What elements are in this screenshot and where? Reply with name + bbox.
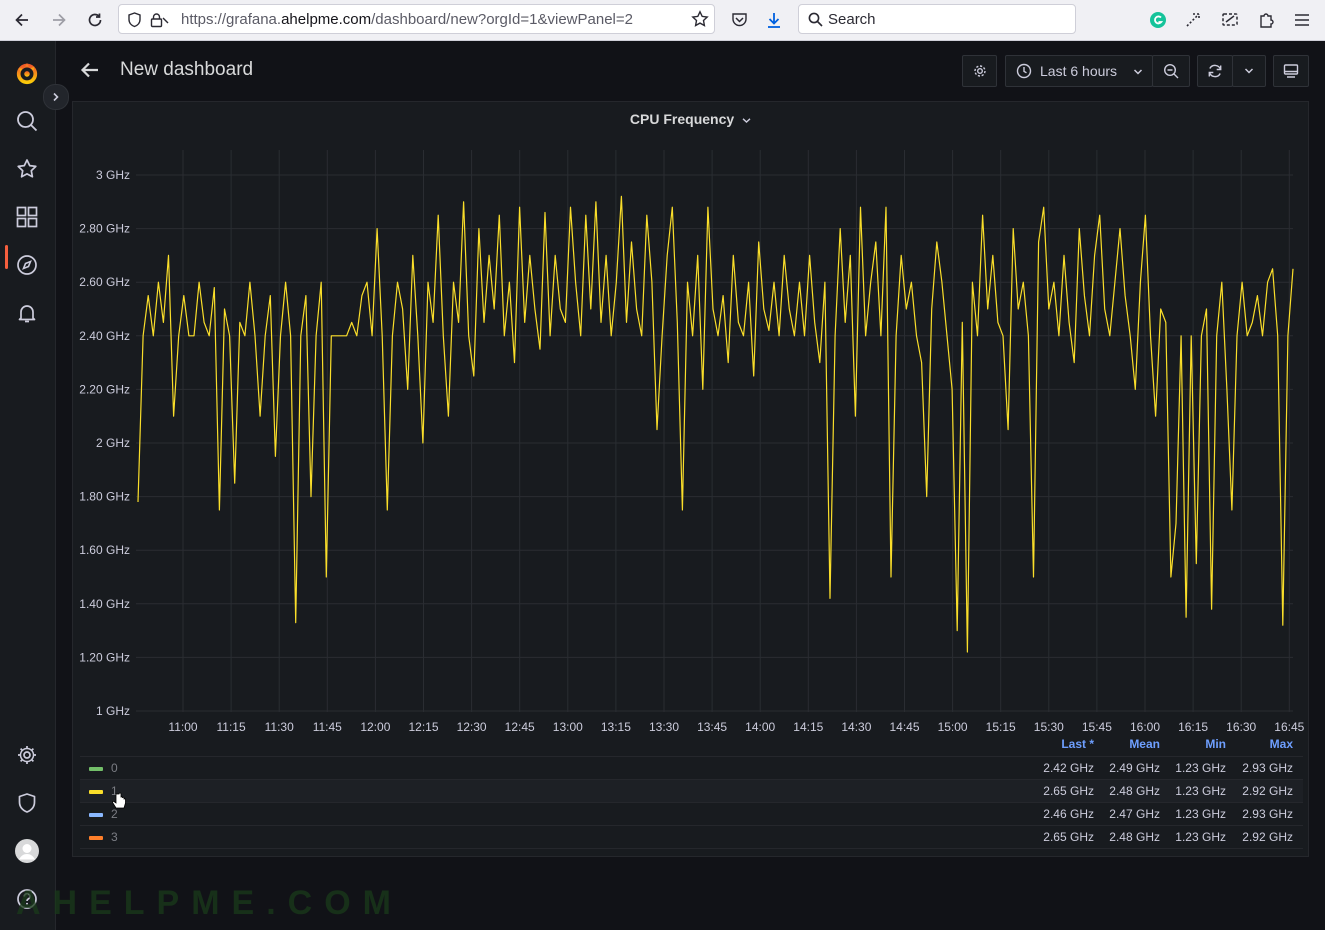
legend-last-value: 2.65 GHz — [1043, 830, 1094, 844]
watermark: AHELPME.COM — [16, 884, 403, 922]
series-line-1[interactable] — [137, 195, 1294, 653]
legend-header-min[interactable]: Min — [1196, 737, 1226, 751]
legend-max-value: 2.93 GHz — [1242, 761, 1293, 775]
expand-sidebar-button[interactable] — [43, 84, 69, 110]
legend-max-value: 2.92 GHz — [1242, 830, 1293, 844]
x-tick-label: 14:30 — [841, 720, 871, 734]
legend-mean-value: 2.48 GHz — [1109, 830, 1160, 844]
x-tick-label: 11:45 — [313, 720, 342, 734]
x-tick-label: 13:00 — [553, 720, 583, 734]
x-tick-label: 11:30 — [265, 720, 294, 734]
series-name[interactable]: 0 — [111, 761, 118, 775]
legend-mean-value: 2.47 GHz — [1109, 807, 1160, 821]
y-tick-label: 1.60 GHz — [79, 543, 130, 557]
y-tick-label: 2.80 GHz — [79, 222, 130, 236]
y-tick-label: 3 GHz — [96, 168, 130, 182]
legend-min-value: 1.23 GHz — [1175, 784, 1226, 798]
series-name[interactable]: 3 — [111, 830, 118, 844]
x-tick-label: 11:00 — [168, 720, 197, 734]
x-tick-label: 11:15 — [217, 720, 246, 734]
x-tick-label: 13:30 — [649, 720, 679, 734]
legend-header-max[interactable]: Max — [1262, 737, 1293, 751]
legend-row[interactable]: 0 2.42 GHz 2.49 GHz 1.23 GHz 2.93 GHz — [80, 756, 1303, 779]
x-tick-label: 16:00 — [1130, 720, 1160, 734]
series-color-swatch[interactable] — [89, 836, 103, 840]
legend-min-value: 1.23 GHz — [1175, 807, 1226, 821]
legend-header-last[interactable]: Last * — [1058, 737, 1094, 751]
x-tick-label: 16:45 — [1274, 720, 1304, 734]
x-tick-label: 12:15 — [408, 720, 438, 734]
series-color-swatch[interactable] — [89, 790, 103, 794]
x-tick-label: 15:00 — [938, 720, 968, 734]
legend-max-value: 2.92 GHz — [1242, 784, 1293, 798]
x-tick-label: 12:30 — [457, 720, 487, 734]
series-color-swatch[interactable] — [89, 813, 103, 817]
x-tick-label: 14:45 — [889, 720, 919, 734]
legend-last-value: 2.46 GHz — [1043, 807, 1094, 821]
legend-max-value: 2.93 GHz — [1242, 807, 1293, 821]
y-tick-label: 2.40 GHz — [79, 329, 130, 343]
y-tick-label: 2 GHz — [96, 436, 130, 450]
series-color-swatch[interactable] — [89, 767, 103, 771]
legend-row[interactable]: 3 2.65 GHz 2.48 GHz 1.23 GHz 2.92 GHz — [80, 825, 1303, 849]
x-tick-label: 16:30 — [1226, 720, 1256, 734]
x-tick-label: 15:15 — [986, 720, 1016, 734]
x-tick-label: 16:15 — [1178, 720, 1208, 734]
x-tick-label: 15:30 — [1034, 720, 1064, 734]
x-tick-label: 13:45 — [697, 720, 727, 734]
hand-cursor-icon — [112, 792, 126, 809]
legend-mean-value: 2.49 GHz — [1109, 761, 1160, 775]
x-tick-label: 12:00 — [360, 720, 390, 734]
y-tick-label: 1.20 GHz — [79, 650, 130, 664]
y-tick-label: 2.60 GHz — [79, 275, 130, 289]
legend-last-value: 2.42 GHz — [1043, 761, 1094, 775]
x-tick-label: 14:15 — [793, 720, 823, 734]
y-tick-label: 1.80 GHz — [79, 490, 130, 504]
x-tick-label: 12:45 — [505, 720, 535, 734]
y-tick-label: 2.20 GHz — [79, 382, 130, 396]
y-tick-label: 1 GHz — [96, 704, 130, 718]
x-tick-label: 14:00 — [745, 720, 775, 734]
legend-min-value: 1.23 GHz — [1175, 761, 1226, 775]
legend-header-mean[interactable]: Mean — [1120, 737, 1160, 751]
legend-last-value: 2.65 GHz — [1043, 784, 1094, 798]
x-tick-label: 13:15 — [601, 720, 631, 734]
legend-mean-value: 2.48 GHz — [1109, 784, 1160, 798]
legend-row[interactable]: 1 2.65 GHz 2.48 GHz 1.23 GHz 2.92 GHz — [80, 779, 1303, 802]
chevron-right-icon — [53, 92, 59, 102]
legend-min-value: 1.23 GHz — [1175, 830, 1226, 844]
x-tick-label: 15:45 — [1082, 720, 1112, 734]
y-tick-label: 1.40 GHz — [79, 597, 130, 611]
legend-row[interactable]: 2 2.46 GHz 2.47 GHz 1.23 GHz 2.93 GHz — [80, 802, 1303, 825]
